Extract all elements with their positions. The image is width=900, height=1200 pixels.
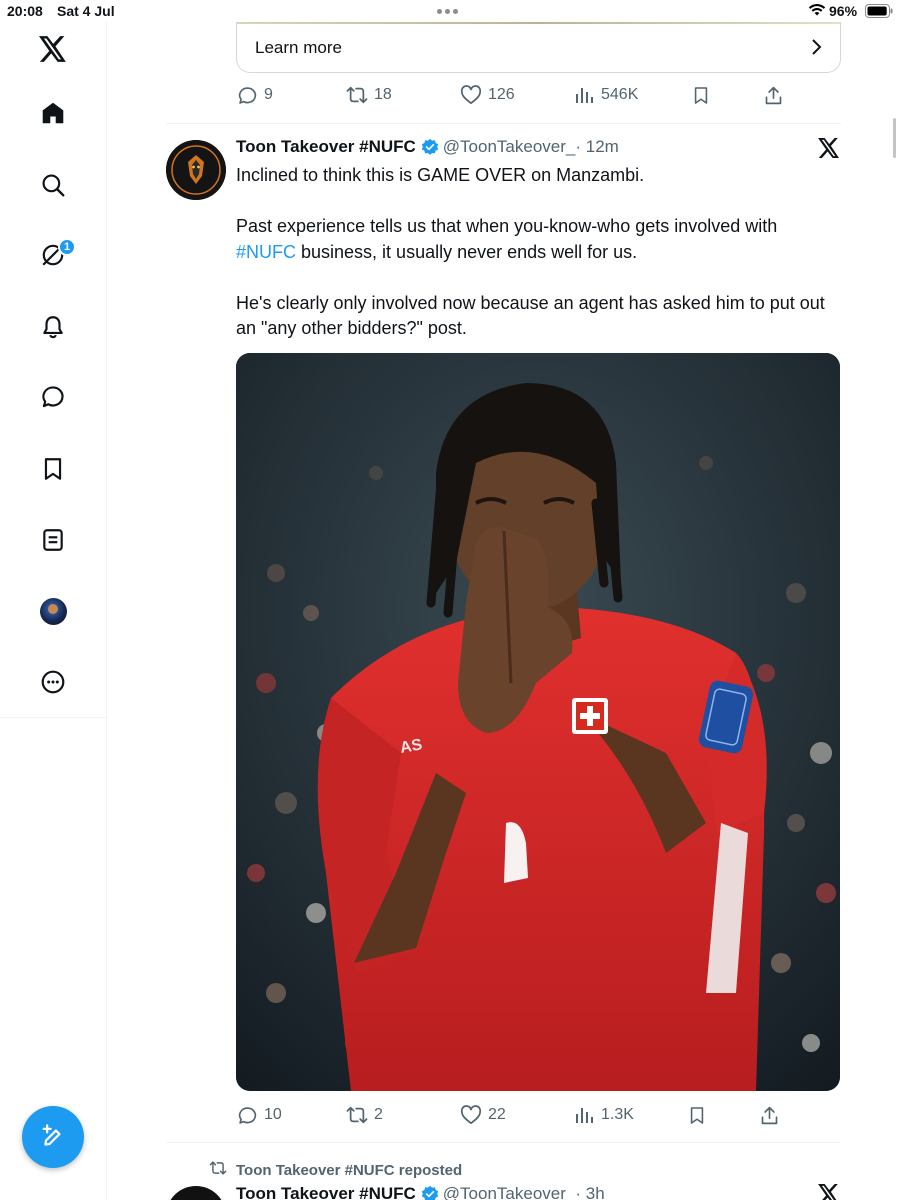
like-count: 22 [488,1106,506,1123]
bookmark-icon [686,1104,708,1126]
share-button[interactable] [762,83,784,107]
grok-badge: 1 [58,238,76,256]
learn-more-card[interactable]: Learn more [236,22,841,73]
bookmark-icon[interactable] [28,444,78,494]
views-icon [573,84,595,106]
bookmark-button[interactable] [686,1103,708,1127]
message-icon[interactable] [28,372,78,422]
tweet-text-segment: Past experience tells us that when you-k… [236,216,778,236]
share-icon [762,84,784,106]
reply-button[interactable]: 9 [236,83,273,107]
wifi-icon [808,3,826,20]
author-name[interactable]: Toon Takeover #NUFC [236,137,416,157]
views-count: 1.3K [601,1106,634,1123]
x-logo-icon[interactable] [818,138,840,163]
more-icon[interactable] [28,657,78,707]
toon-takeover-logo-icon [166,140,226,200]
views-button[interactable]: 546K [573,83,638,107]
bookmark-icon [690,84,712,106]
status-bar: 20:08 Sat 4 Jul 96% [0,0,900,22]
reply-count: 10 [264,1106,282,1123]
tweet-paragraph: Past experience tells us that when you-k… [236,214,841,265]
repost-button[interactable]: 2 [346,1103,383,1127]
battery-icon [865,4,893,21]
author-name[interactable]: Toon Takeover #NUFC [236,1184,416,1200]
home-icon[interactable] [28,88,78,138]
verified-badge-icon [421,1185,439,1200]
status-date: Sat 4 Jul [57,3,115,19]
search-icon[interactable] [28,160,78,210]
avatar[interactable] [40,598,67,625]
repost-button[interactable]: 18 [346,83,392,107]
repost-icon [208,1160,228,1180]
sidebar-divider [106,22,107,1200]
verified-badge-icon [421,138,439,156]
author-handle[interactable]: @ToonTakeover_ [443,1184,576,1200]
author-avatar[interactable] [166,1186,226,1200]
like-button[interactable]: 126 [460,83,515,107]
repost-count: 2 [374,1106,383,1123]
reposted-by-line[interactable]: Toon Takeover #NUFC reposted [208,1160,462,1180]
reply-button[interactable]: 10 [236,1103,282,1127]
tweet-time[interactable]: · 3h [575,1184,604,1200]
tweet-paragraph: He's clearly only involved now because a… [236,292,825,339]
tweet-header: Toon Takeover #NUFC @ToonTakeover_ · 3h [236,1184,605,1200]
learn-more-label: Learn more [255,38,342,57]
author-avatar[interactable] [166,140,226,200]
compose-button[interactable] [22,1106,84,1168]
reply-icon [236,1104,258,1126]
tweet-photo[interactable]: AS [236,353,840,1091]
tweet-header: Toon Takeover #NUFC @ToonTakeover_ · 12m [236,137,619,157]
reply-count: 9 [264,86,273,103]
repost-icon [346,84,368,106]
status-time: 20:08 [7,3,43,19]
reply-icon [236,84,258,106]
compose-icon [42,1124,61,1146]
like-count: 126 [488,86,515,103]
reposted-by-label: Toon Takeover #NUFC reposted [236,1161,463,1179]
like-button[interactable]: 22 [460,1103,506,1127]
chevron-right-icon [810,37,824,62]
tweet-time[interactable]: · 12m [575,137,618,157]
hashtag-link[interactable]: #NUFC [236,242,296,262]
views-button[interactable]: 1.3K [573,1103,634,1127]
tweet-divider [166,1142,841,1143]
scrollbar[interactable] [893,118,896,158]
bookmark-button[interactable] [690,83,712,107]
share-button[interactable] [758,1103,780,1127]
views-icon [573,1104,595,1126]
share-icon [758,1104,780,1126]
battery-percent: 96% [829,3,858,19]
list-icon[interactable] [28,515,78,565]
bell-icon[interactable] [28,302,78,352]
repost-icon [346,1104,368,1126]
heart-icon [460,84,482,106]
views-count: 546K [601,86,639,103]
tweet-text: Inclined to think this is GAME OVER on M… [236,163,841,342]
multitasking-dots-icon[interactable] [437,9,458,14]
author-handle[interactable]: @ToonTakeover_ [443,137,576,157]
x-logo-icon[interactable] [818,1184,840,1200]
tweet-divider [166,123,841,124]
heart-icon [460,1104,482,1126]
tweet-line: Inclined to think this is GAME OVER on M… [236,165,645,185]
x-logo-icon[interactable] [28,24,78,74]
player-photo: AS [236,353,840,1091]
repost-count: 18 [374,86,392,103]
tweet-text-segment: business, it usually never ends well for… [296,241,638,262]
